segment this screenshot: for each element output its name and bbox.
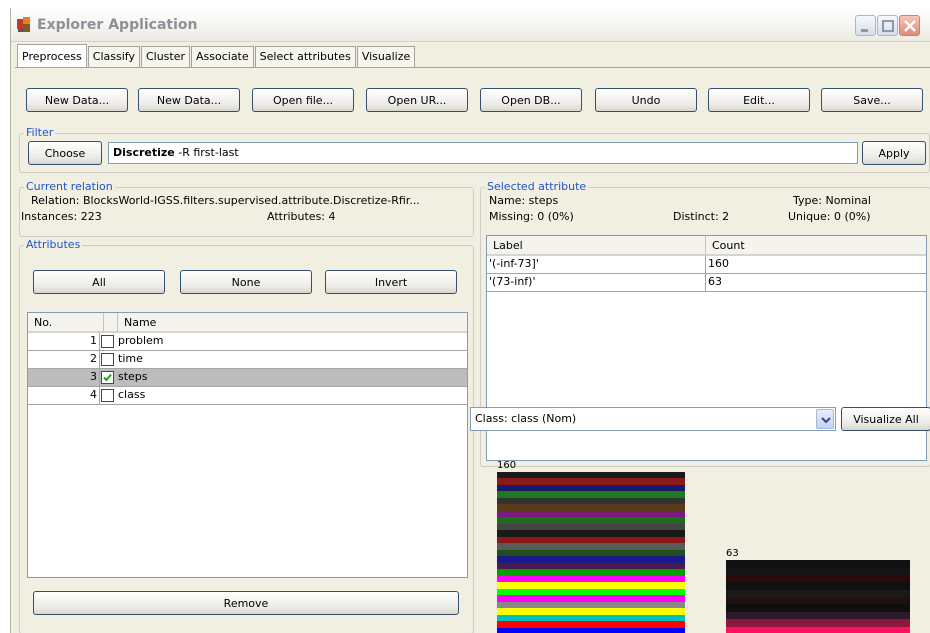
row-label: '(-inf-73]'	[487, 256, 706, 274]
attributes-group: Attributes All None Invert No. Name 1 pr…	[19, 239, 474, 633]
attr-unique-text: Unique: 0 (0%)	[788, 210, 871, 223]
minimize-button[interactable]	[855, 15, 876, 36]
row-name: problem	[118, 334, 164, 347]
remove-button[interactable]: Remove	[33, 591, 459, 615]
preprocess-panel: New Data... New Data... Open file... Ope…	[15, 67, 930, 633]
tab-select-attributes[interactable]: Select attributes	[254, 46, 356, 68]
row-no: 2	[28, 351, 100, 369]
row-name: time	[118, 352, 143, 365]
tab-preprocess[interactable]: Preprocess	[17, 44, 87, 68]
current-relation-title: Current relation	[24, 180, 115, 193]
attributes-table: No. Name 1 problem 2 time 3 steps 4 clas…	[27, 312, 468, 578]
table-row[interactable]: 2 time	[28, 351, 467, 369]
attribute-checkbox[interactable]	[101, 389, 114, 402]
save-button[interactable]: Save...	[821, 88, 923, 112]
attr-type-text: Type: Nominal	[793, 194, 871, 207]
filter-group: Filter Choose Discretize -R first-last A…	[19, 127, 930, 173]
class-selector[interactable]: Class: class (Nom)	[470, 407, 836, 431]
attr-name-text: Name: steps	[489, 194, 559, 207]
col-name-header[interactable]: Name	[118, 313, 467, 333]
attr-distinct-text: Distinct: 2	[673, 210, 730, 223]
col-count-header[interactable]: Count	[706, 236, 926, 256]
col-check-header[interactable]	[104, 313, 118, 333]
histogram-stripe	[726, 626, 910, 633]
table-row[interactable]: 4 class	[28, 387, 467, 405]
row-no: 1	[28, 333, 100, 351]
filter-options: -R first-last	[174, 146, 239, 159]
current-relation-group: Current relation Relation: BlocksWorld-I…	[19, 181, 474, 237]
chevron-down-icon	[821, 417, 831, 424]
col-no-header[interactable]: No.	[28, 313, 104, 333]
row-name: class	[118, 388, 146, 401]
row-label: '(73-inf)'	[487, 274, 706, 292]
new-data-button-2[interactable]: New Data...	[138, 88, 240, 112]
histogram-area: 160 63	[485, 444, 930, 633]
instances-text: Instances: 223	[21, 210, 102, 223]
edit-button[interactable]: Edit...	[708, 88, 810, 112]
title-bar: Explorer Application	[11, 8, 930, 42]
row-count: 63	[708, 275, 722, 288]
selected-attribute-title: Selected attribute	[485, 180, 589, 193]
close-icon	[904, 20, 916, 32]
none-button[interactable]: None	[180, 270, 312, 294]
attribute-checkbox[interactable]	[101, 335, 114, 348]
attribute-checkbox-checked[interactable]	[101, 371, 114, 384]
bar-label-2: 63	[726, 548, 739, 559]
tab-associate[interactable]: Associate	[191, 46, 254, 68]
undo-button[interactable]: Undo	[595, 88, 697, 112]
table-row[interactable]: '(-inf-73]' 160	[487, 256, 926, 274]
window-title: Explorer Application	[37, 17, 198, 33]
apply-button[interactable]: Apply	[862, 141, 926, 165]
open-url-button[interactable]: Open UR...	[366, 88, 468, 112]
tab-visualize[interactable]: Visualize	[356, 46, 416, 68]
tab-cluster[interactable]: Cluster	[140, 46, 190, 68]
app-bird-icon	[17, 17, 30, 32]
row-no: 3	[28, 369, 100, 387]
table-row-selected[interactable]: 3 steps	[28, 369, 467, 387]
filter-field[interactable]: Discretize -R first-last	[108, 142, 858, 164]
histogram-stripe	[497, 627, 685, 633]
row-name: steps	[118, 370, 148, 383]
attr-missing-text: Missing: 0 (0%)	[489, 210, 574, 223]
filter-title: Filter	[24, 126, 56, 139]
checkmark-icon	[103, 373, 112, 382]
class-selector-value: Class: class (Nom)	[475, 412, 577, 425]
minimize-icon	[861, 29, 868, 32]
maximize-icon	[882, 20, 894, 32]
tab-classify[interactable]: Classify	[87, 46, 140, 68]
histogram-bar-1	[497, 472, 685, 633]
invert-button[interactable]: Invert	[325, 270, 457, 294]
row-no: 4	[28, 387, 100, 405]
attributes-title: Attributes	[24, 238, 83, 251]
filter-name: Discretize	[113, 146, 175, 159]
all-button[interactable]: All	[33, 270, 165, 294]
explorer-window: Explorer Application Preprocess Classify…	[10, 8, 930, 633]
new-data-button-1[interactable]: New Data...	[26, 88, 128, 112]
attributes-count-text: Attributes: 4	[267, 210, 336, 223]
open-file-button[interactable]: Open file...	[252, 88, 354, 112]
relation-text: Relation: BlocksWorld-IGSS.filters.super…	[31, 194, 420, 207]
choose-button[interactable]: Choose	[28, 141, 102, 165]
visualize-all-button[interactable]: Visualize All	[841, 407, 930, 431]
tab-bar: Preprocess Classify Cluster Associate Se…	[17, 44, 416, 68]
col-label-header[interactable]: Label	[487, 236, 706, 256]
close-button[interactable]	[899, 15, 920, 36]
maximize-button[interactable]	[877, 15, 898, 36]
table-row[interactable]: 1 problem	[28, 333, 467, 351]
attribute-checkbox[interactable]	[101, 353, 114, 366]
open-db-button[interactable]: Open DB...	[480, 88, 582, 112]
histogram-bar-2	[726, 560, 910, 633]
bar-label-1: 160	[497, 460, 517, 471]
table-row[interactable]: '(73-inf)' 63	[487, 274, 926, 292]
class-dropdown-button[interactable]	[816, 409, 834, 429]
row-count: 160	[708, 257, 729, 270]
